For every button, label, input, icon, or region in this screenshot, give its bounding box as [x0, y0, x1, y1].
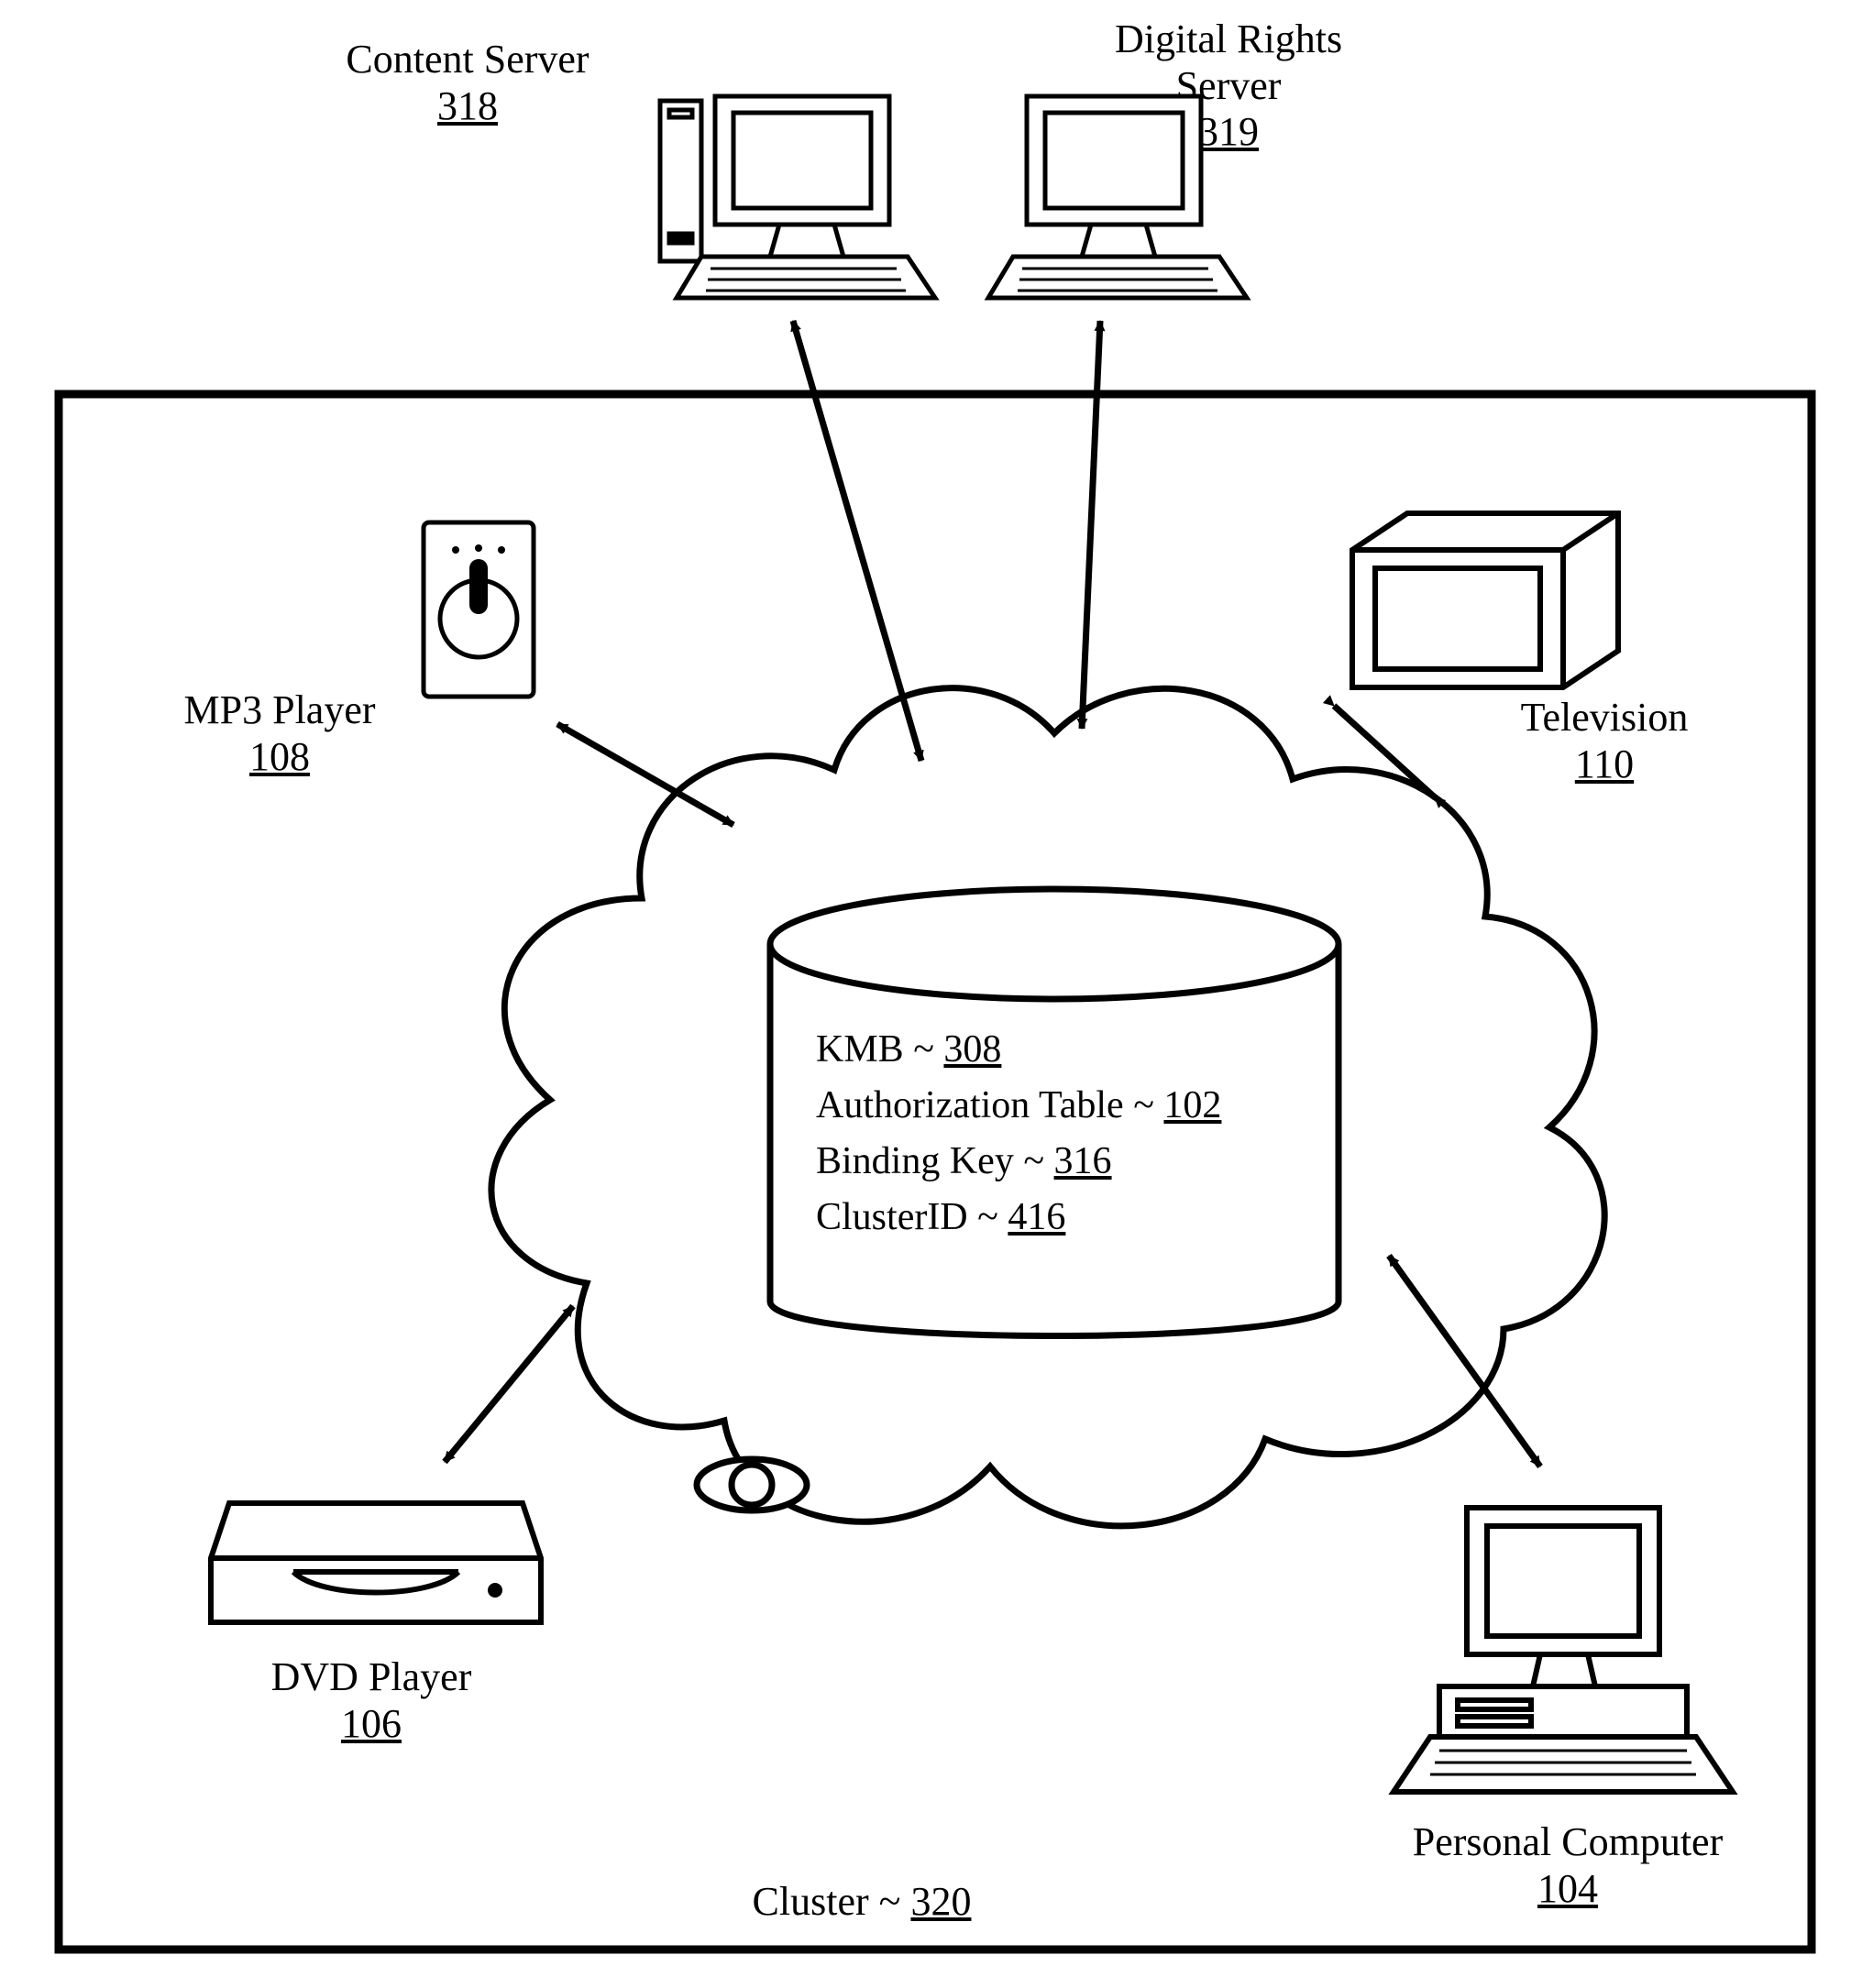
dvd-player-label: DVD Player 106	[225, 1654, 518, 1747]
binding-key-ref: 316	[1054, 1140, 1112, 1182]
mp3-player-ref: 108	[249, 734, 310, 779]
auth-table-row: Authorization Table ~ 102	[816, 1078, 1329, 1134]
kmb-ref: 308	[943, 1028, 1001, 1071]
personal-computer-label: Personal Computer 104	[1366, 1819, 1769, 1912]
personal-computer-ref: 104	[1537, 1866, 1598, 1911]
television-icon	[1352, 513, 1618, 687]
dvd-player-ref: 106	[341, 1701, 402, 1746]
cluster-text: Cluster ~	[753, 1879, 911, 1924]
mp3-player-text: MP3 Player	[184, 687, 376, 732]
cluster-id-label: ClusterID ~	[816, 1196, 1008, 1238]
cluster-ref: 320	[910, 1879, 971, 1924]
mp3-player-icon	[424, 522, 534, 697]
kmb-row: KMB ~ 308	[816, 1022, 1329, 1078]
personal-computer-text: Personal Computer	[1413, 1819, 1724, 1864]
television-ref: 110	[1575, 741, 1634, 786]
server-icon	[660, 96, 935, 298]
television-label: Television 110	[1467, 695, 1742, 787]
dvd-player-text: DVD Player	[271, 1654, 472, 1699]
television-text: Television	[1521, 695, 1689, 740]
diagram-stage: Content Server 318 Digital Rights Server…	[0, 0, 1873, 1988]
cluster-label: Cluster ~ 320	[697, 1879, 1027, 1926]
dvd-player-icon	[211, 1503, 541, 1622]
binding-key-label: Binding Key ~	[816, 1140, 1054, 1182]
binding-key-row: Binding Key ~ 316	[816, 1134, 1329, 1190]
auth-table-label: Authorization Table ~	[816, 1084, 1163, 1126]
computer-icon	[1394, 1508, 1733, 1792]
kmb-label: KMB ~	[816, 1028, 943, 1071]
cluster-id-ref: 416	[1008, 1196, 1065, 1238]
cluster-id-row: ClusterID ~ 416	[816, 1190, 1329, 1246]
database-contents: KMB ~ 308 Authorization Table ~ 102 Bind…	[816, 1022, 1329, 1246]
server-icon	[988, 96, 1247, 298]
mp3-player-label: MP3 Player 108	[142, 687, 417, 780]
auth-table-ref: 102	[1163, 1084, 1221, 1126]
